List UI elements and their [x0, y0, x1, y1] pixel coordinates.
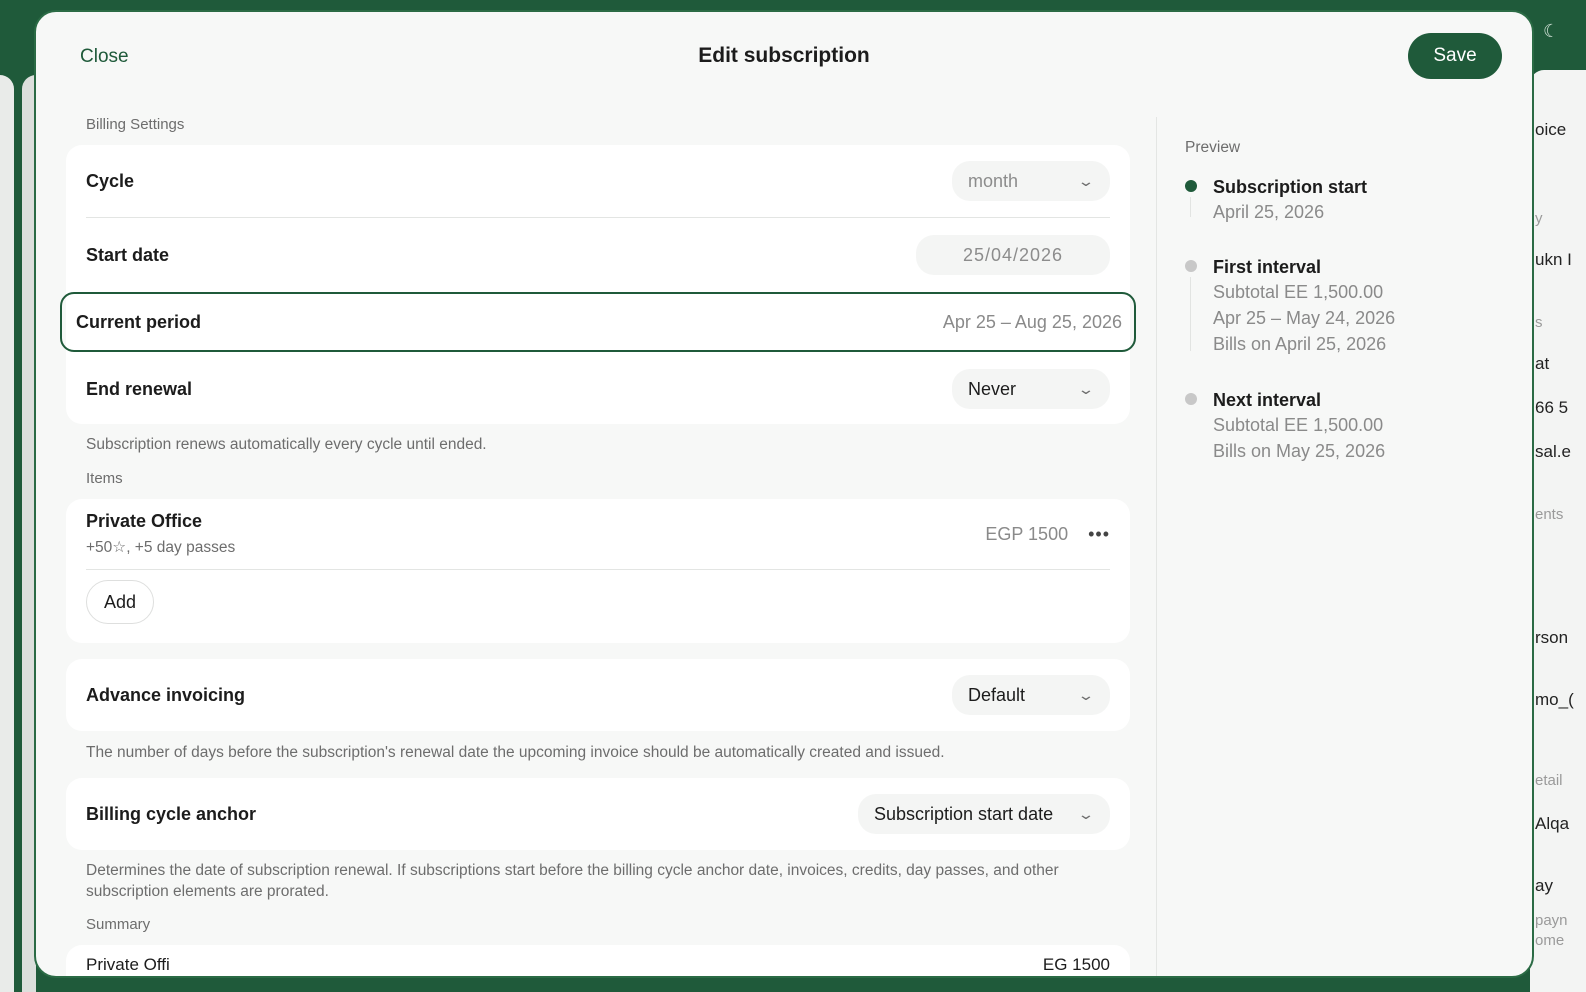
chevron-down-icon: ⌄	[1077, 805, 1095, 822]
advance-invoicing-row: Advance invoicing Default ⌄	[66, 659, 1130, 731]
save-button[interactable]: Save	[1408, 33, 1502, 79]
renewal-help-text: Subscription renews automatically every …	[86, 436, 487, 453]
settings-column: Billing Settings Cycle month ⌄ Start dat…	[60, 112, 1136, 976]
cycle-select[interactable]: month ⌄	[952, 161, 1110, 201]
modal-header: Close Edit subscription Save	[36, 12, 1532, 102]
item-meta: +50☆, +5 day passes	[86, 539, 236, 556]
timeline-step-line: Apr 25 – May 24, 2026	[1213, 308, 1396, 328]
modal-title: Edit subscription	[698, 44, 870, 67]
summary-card: Private Offi EG 1500	[66, 945, 1130, 976]
advance-invoicing-help-text: The number of days before the subscripti…	[86, 744, 945, 761]
items-label: Items	[86, 470, 123, 487]
background-text: ukn I	[1535, 250, 1572, 269]
background-text: s	[1535, 314, 1543, 331]
timeline-dot-icon	[1185, 180, 1197, 192]
start-date-value: 25/04/2026	[962, 244, 1064, 265]
background-text: y	[1535, 210, 1543, 227]
advance-invoicing-card: Advance invoicing Default ⌄	[66, 659, 1130, 731]
background-text: 66 5	[1535, 398, 1569, 417]
current-period-label: Current period	[76, 311, 202, 332]
preview-column: Preview Subscription start April 25, 202…	[1156, 117, 1532, 976]
billing-settings-card: Cycle month ⌄ Start date 25/04/2026 Curr…	[60, 145, 1136, 426]
chevron-down-icon: ⌄	[1077, 172, 1095, 189]
cycle-label: Cycle	[86, 170, 135, 191]
timeline-line	[1190, 197, 1191, 217]
cycle-value: month	[968, 170, 1019, 191]
cycle-row: Cycle month ⌄	[66, 145, 1130, 217]
timeline-step-line: April 25, 2026	[1213, 202, 1325, 222]
current-period-value: Apr 25 – Aug 25, 2026	[942, 311, 1122, 332]
background-text: ents	[1535, 506, 1564, 523]
end-renewal-value: Never	[968, 378, 1017, 399]
start-date-input[interactable]: 25/04/2026	[916, 235, 1110, 275]
timeline-step-first-interval: First interval Subtotal EE 1,500.00 Apr …	[1185, 255, 1532, 388]
advance-invoicing-label: Advance invoicing	[86, 684, 246, 705]
start-date-label: Start date	[86, 244, 170, 265]
background-text: rson	[1535, 628, 1569, 647]
advance-invoicing-select[interactable]: Default ⌄	[952, 675, 1110, 715]
timeline-step-subscription-start: Subscription start April 25, 2026	[1185, 175, 1532, 255]
timeline-line	[1190, 277, 1191, 351]
background-text: mo_(	[1535, 690, 1574, 709]
end-renewal-row: End renewal Never ⌄	[66, 352, 1130, 426]
end-renewal-label: End renewal	[86, 378, 193, 399]
timeline-step-line: Subtotal EE 1,500.00	[1213, 415, 1384, 435]
background-text: ay	[1535, 876, 1553, 895]
background-text: sal.e	[1535, 442, 1571, 461]
item-name: Private Office	[86, 511, 203, 531]
timeline-step-title: Subscription start	[1213, 177, 1368, 197]
timeline-step-line: Subtotal EE 1,500.00	[1213, 282, 1384, 302]
end-renewal-select[interactable]: Never ⌄	[952, 369, 1110, 409]
start-date-row: Start date 25/04/2026	[66, 218, 1130, 292]
background-panel-left	[0, 75, 14, 992]
billing-cycle-anchor-select[interactable]: Subscription start date ⌄	[858, 794, 1110, 834]
edit-subscription-modal: Close Edit subscription Save Billing Set…	[34, 10, 1534, 978]
billing-cycle-anchor-value: Subscription start date	[874, 803, 1054, 824]
more-options-icon[interactable]: •••	[1088, 524, 1110, 545]
timeline-step-title: Next interval	[1213, 390, 1322, 410]
timeline-step-title: First interval	[1213, 257, 1322, 277]
moon-icon[interactable]: ☾	[1543, 22, 1561, 40]
timeline-step-line: Bills on April 25, 2026	[1213, 334, 1387, 354]
billing-cycle-anchor-label: Billing cycle anchor	[86, 803, 257, 824]
chevron-down-icon: ⌄	[1077, 686, 1095, 703]
item-price: EGP 1500	[985, 523, 1069, 544]
preview-label: Preview	[1185, 139, 1241, 156]
summary-item-name: Private Offi	[86, 955, 170, 974]
background-text: Alqa	[1535, 814, 1570, 833]
timeline-step-next-interval: Next interval Subtotal EE 1,500.00 Bills…	[1185, 388, 1532, 464]
background-text: etail	[1535, 772, 1563, 789]
advance-invoicing-value: Default	[968, 684, 1026, 705]
background-text: ome	[1535, 932, 1565, 949]
billing-settings-label: Billing Settings	[86, 116, 185, 133]
summary-label: Summary	[86, 916, 151, 933]
billing-cycle-anchor-card: Billing cycle anchor Subscription start …	[66, 778, 1130, 850]
add-item-row: Add	[66, 570, 1130, 634]
background-text: oice	[1535, 120, 1567, 139]
summary-row: Private Offi EG 1500	[66, 945, 1130, 975]
timeline-dot-icon	[1185, 393, 1197, 405]
background-page	[1530, 70, 1586, 992]
summary-item-price: EG 1500	[1042, 955, 1110, 974]
billing-cycle-anchor-row: Billing cycle anchor Subscription start …	[66, 778, 1130, 850]
item-info: Private Office +50☆, +5 day passes	[86, 511, 235, 557]
background-text: at	[1535, 354, 1550, 373]
item-actions: EGP 1500 •••	[985, 524, 1110, 545]
background-text: payn	[1535, 912, 1568, 929]
add-item-button[interactable]: Add	[86, 580, 154, 624]
timeline-step-line: Bills on May 25, 2026	[1213, 441, 1386, 461]
list-item[interactable]: Private Office +50☆, +5 day passes EGP 1…	[66, 499, 1130, 569]
timeline-dot-icon	[1185, 260, 1197, 272]
billing-cycle-anchor-help-text: Determines the date of subscription rene…	[86, 862, 1059, 900]
chevron-down-icon: ⌄	[1077, 380, 1095, 397]
current-period-row[interactable]: Current period Apr 25 – Aug 25, 2026	[60, 292, 1136, 352]
items-card: Private Office +50☆, +5 day passes EGP 1…	[66, 499, 1130, 643]
